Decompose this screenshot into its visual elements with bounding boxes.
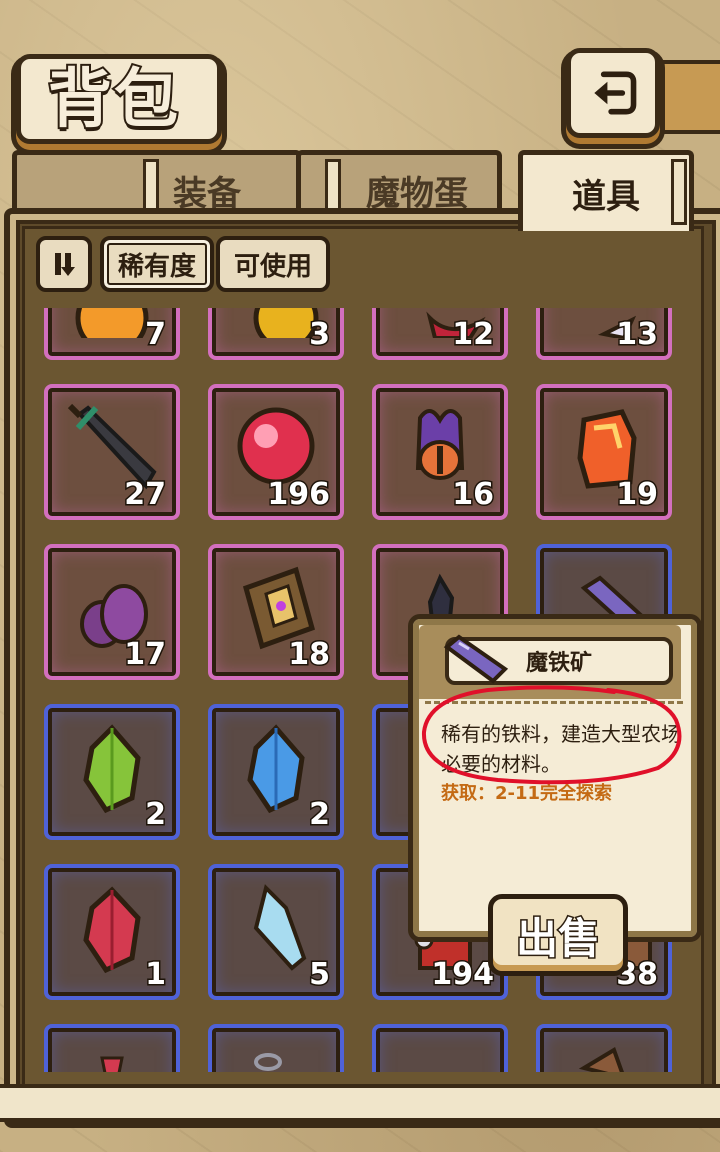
magic-iron-ore-icon xyxy=(443,634,509,684)
item-slot[interactable]: 3 xyxy=(208,308,344,360)
item-slot[interactable]: 13 xyxy=(536,308,672,360)
item-slot[interactable]: 17 xyxy=(44,544,180,680)
item-count: 7 xyxy=(144,316,168,354)
item-count: 5 xyxy=(308,956,332,994)
page-title: 背包 xyxy=(46,61,180,139)
item-slot[interactable]: 5 xyxy=(208,864,344,1000)
item-count: 19 xyxy=(615,476,660,514)
bottom-border xyxy=(0,1084,720,1122)
item-slot[interactable]: 19 xyxy=(536,384,672,520)
item-count: 17 xyxy=(123,636,168,674)
item-slot[interactable]: 2 xyxy=(208,704,344,840)
tab-items-label: 道具 xyxy=(572,176,640,217)
item-slot[interactable] xyxy=(44,1024,180,1072)
sell-button[interactable]: 出售 xyxy=(488,894,628,976)
item-slot[interactable]: 18 xyxy=(208,544,344,680)
item-slot[interactable]: 16 xyxy=(372,384,508,520)
item-slot[interactable]: 196 xyxy=(208,384,344,520)
item-count: 13 xyxy=(615,316,660,354)
item-count: 1 xyxy=(144,956,168,994)
popup-divider xyxy=(425,701,683,704)
item-count: 16 xyxy=(451,476,496,514)
item-slot[interactable]: 1 xyxy=(44,864,180,1000)
chain-icon xyxy=(254,1053,282,1071)
item-count: 12 xyxy=(451,316,496,354)
item-slot[interactable]: 27 xyxy=(44,384,180,520)
item-slot[interactable] xyxy=(372,1024,508,1072)
filter-rarity-button[interactable]: 稀有度 xyxy=(100,236,214,292)
item-slot[interactable]: 12 xyxy=(372,308,508,360)
item-count: 2 xyxy=(144,796,168,834)
item-count: 194 xyxy=(430,956,496,994)
back-button[interactable] xyxy=(566,48,660,138)
sort-icon xyxy=(55,253,75,276)
red-gem-icon xyxy=(100,1056,124,1072)
back-arrow-icon xyxy=(594,71,637,115)
tab-post xyxy=(671,159,687,225)
item-detail-popup: 魔铁矿 稀有的铁料，建造大型农场必要的材料。 获取：2-11完全探索 xyxy=(408,614,702,942)
item-slot[interactable]: 2 xyxy=(44,704,180,840)
popup-description: 稀有的铁料，建造大型农场必要的材料。 xyxy=(441,722,681,776)
item-count: 3 xyxy=(308,316,332,354)
item-slot[interactable]: 7 xyxy=(44,308,180,360)
sort-button[interactable] xyxy=(36,236,92,292)
item-count: 196 xyxy=(266,476,332,514)
tab-items[interactable]: 道具 xyxy=(518,150,694,231)
item-count: 27 xyxy=(123,476,168,514)
popup-source: 获取：2-11完全探索 xyxy=(441,783,613,804)
item-count: 2 xyxy=(308,796,332,834)
filter-usable-button[interactable]: 可使用 xyxy=(216,236,330,292)
filter-toolbar: 稀有度 可使用 xyxy=(28,232,692,294)
wood-plank-icon xyxy=(578,1047,624,1072)
item-count: 18 xyxy=(287,636,332,674)
item-slot[interactable] xyxy=(536,1024,672,1072)
item-slot[interactable] xyxy=(208,1024,344,1072)
